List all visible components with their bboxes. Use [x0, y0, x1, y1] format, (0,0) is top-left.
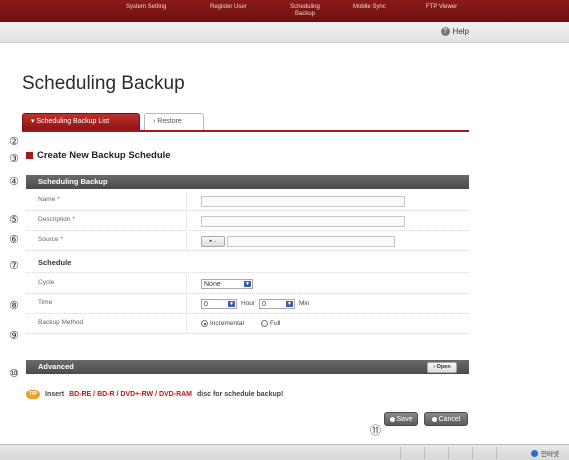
- status-divider: [424, 447, 425, 459]
- description-input[interactable]: [201, 216, 405, 227]
- marker-7: ⑦: [9, 260, 19, 272]
- minute-unit-label: Min: [299, 300, 310, 307]
- full-radio[interactable]: [261, 320, 268, 327]
- status-divider: [400, 447, 401, 459]
- tip-message: TIP Insert BD-RE / BD-R / DVD+-RW / DVD-…: [26, 390, 283, 399]
- minute-select-value: 0: [262, 301, 266, 308]
- marker-4: ④: [9, 176, 19, 188]
- full-label: Full: [270, 320, 281, 327]
- time-label: Time: [38, 299, 53, 306]
- save-button[interactable]: Save: [384, 412, 418, 426]
- advanced-bar: Advanced › Open: [26, 360, 469, 374]
- tab-label: Scheduling Backup List: [36, 118, 110, 125]
- top-navigation: System Setting Register User Scheduling …: [0, 0, 569, 22]
- name-row: Name *: [26, 192, 469, 211]
- internet-zone-label: 인터넷: [541, 451, 559, 458]
- source-label: Source *: [38, 236, 63, 243]
- backup-method-row: Backup Method Incremental Full: [26, 315, 469, 334]
- cancel-button[interactable]: Cancel: [424, 412, 468, 426]
- marker-2: ②: [9, 136, 19, 148]
- cancel-label: Cancel: [438, 416, 461, 423]
- tab-chevron-icon: ›: [153, 118, 156, 125]
- cycle-select-value: None: [204, 281, 221, 288]
- tip-prefix: Insert: [45, 391, 65, 398]
- incremental-radio[interactable]: [201, 320, 208, 327]
- source-field-area: ▸...: [186, 232, 470, 250]
- chevron-down-icon: ▼: [244, 281, 251, 287]
- backup-method-field-area: Incremental Full: [186, 315, 470, 333]
- nav-register-user[interactable]: Register User: [210, 4, 247, 11]
- advanced-open-button[interactable]: › Open: [427, 362, 457, 373]
- time-row: Time 0 ▼ Hour 0 ▼ Min: [26, 295, 469, 314]
- section-bullet-icon: [26, 152, 33, 159]
- section-title: Create New Backup Schedule: [26, 150, 171, 161]
- sub-toolbar: ? Help: [0, 22, 569, 43]
- page-title: Scheduling Backup: [22, 73, 185, 94]
- advanced-bar-label: Advanced: [38, 362, 74, 371]
- scheduling-backup-bar-label: Scheduling Backup: [38, 177, 108, 186]
- globe-icon: [531, 449, 539, 457]
- section-title-text: Create New Backup Schedule: [37, 150, 171, 161]
- scheduling-backup-bar: Scheduling Backup: [26, 175, 469, 189]
- source-input[interactable]: [227, 236, 395, 247]
- nav-system-setting[interactable]: System Setting: [126, 4, 166, 11]
- status-divider: [472, 447, 473, 459]
- source-browse-button[interactable]: ▸...: [201, 236, 225, 247]
- marker-3: ③: [9, 153, 19, 165]
- tab-scheduling-backup-list[interactable]: ▾ Scheduling Backup List: [22, 113, 140, 130]
- tab-restore[interactable]: › Restore: [144, 113, 204, 130]
- name-input[interactable]: [201, 196, 405, 207]
- hour-select-value: 0: [204, 301, 208, 308]
- time-field-area: 0 ▼ Hour 0 ▼ Min: [186, 295, 470, 313]
- tip-media: BD-RE / BD-R / DVD+-RW / DVD-RAM: [69, 391, 193, 398]
- save-label: Save: [396, 416, 413, 423]
- tip-suffix: disc for schedule backup!: [197, 391, 284, 398]
- marker-9: ⑨: [9, 330, 19, 342]
- schedule-heading: Schedule: [38, 258, 72, 267]
- status-divider: [496, 447, 497, 459]
- chevron-down-icon: ▼: [228, 301, 235, 307]
- internet-zone: 인터넷: [531, 448, 559, 458]
- minute-select[interactable]: 0 ▼: [259, 299, 295, 309]
- hour-select[interactable]: 0 ▼: [201, 299, 237, 309]
- cycle-select[interactable]: None ▼: [201, 279, 253, 289]
- marker-10: ⑩: [9, 368, 19, 380]
- cycle-row: Cycle None ▼: [26, 275, 469, 294]
- tab-caret-icon: ▾: [31, 118, 35, 125]
- schedule-heading-row: Schedule: [26, 254, 469, 273]
- browser-status-bar: 인터넷: [0, 444, 569, 460]
- help-link[interactable]: ? Help: [440, 27, 469, 36]
- save-icon: [389, 416, 395, 422]
- cancel-icon: [431, 416, 437, 422]
- marker-5: ⑤: [9, 214, 19, 226]
- marker-8: ⑧: [9, 300, 19, 312]
- chevron-down-icon: ▼: [286, 301, 293, 307]
- nav-ftp-viewer[interactable]: FTP Viewer: [426, 4, 457, 11]
- tab-label: Restore: [157, 118, 182, 125]
- marker-6: ⑥: [9, 234, 19, 246]
- tab-underline: [22, 130, 469, 132]
- backup-method-label: Backup Method: [38, 319, 84, 326]
- hour-unit-label: Hour: [241, 300, 256, 307]
- nav-mobile-sync[interactable]: Mobile Sync: [353, 4, 386, 11]
- description-row: Description *: [26, 212, 469, 231]
- name-field-area: [186, 192, 470, 210]
- cycle-label: Cycle: [38, 279, 55, 286]
- marker-11: ⑪: [370, 425, 381, 437]
- scheduling-backup-page: System Setting Register User Scheduling …: [0, 0, 569, 460]
- description-label: Description *: [38, 216, 75, 223]
- help-icon: ?: [440, 27, 450, 36]
- source-row: Source * ▸...: [26, 232, 469, 251]
- status-divider: [448, 447, 449, 459]
- name-label: Name *: [38, 196, 60, 203]
- incremental-label: Incremental: [210, 320, 244, 327]
- description-field-area: [186, 212, 470, 230]
- nav-scheduling-backup[interactable]: Scheduling Backup: [285, 4, 325, 18]
- help-label: Help: [452, 27, 469, 36]
- cycle-field-area: None ▼: [186, 275, 470, 293]
- tip-icon: TIP: [26, 390, 40, 399]
